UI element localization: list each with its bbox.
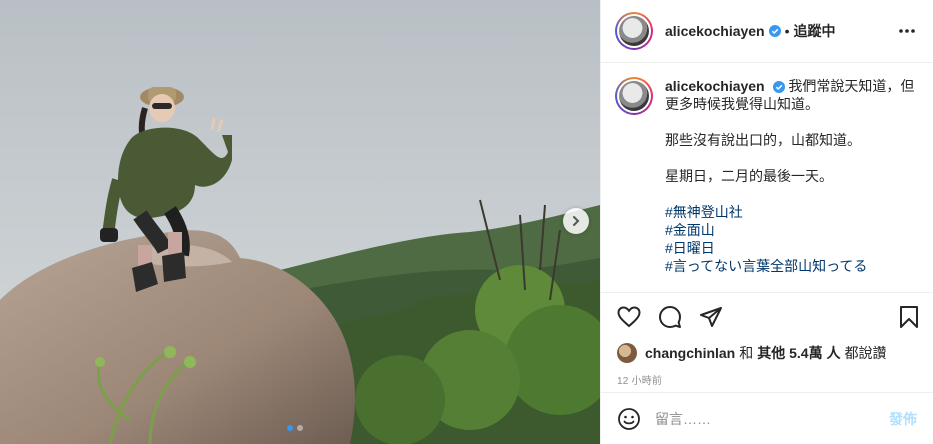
story-ring[interactable]: [615, 12, 653, 50]
hashtag-link[interactable]: #言ってない言葉全部山知ってる: [665, 257, 917, 275]
caption-section: alicekochiayen 我們常說天知道，但更多時候我覺得山知道。 那些沒有…: [601, 63, 933, 292]
next-arrow-icon: [573, 216, 580, 226]
post-timestamp[interactable]: 12 小時前: [601, 366, 933, 392]
likes-and: 和: [739, 345, 754, 361]
share-icon: [700, 306, 722, 327]
post-side-panel: alicekochiayen • 追蹤中 alicekochiayen 我們常說…: [600, 0, 933, 444]
likes-suffix: 都說讚: [844, 345, 887, 361]
share-button[interactable]: [697, 303, 725, 331]
more-options-button[interactable]: [895, 19, 919, 43]
following-status-button[interactable]: 追蹤中: [794, 21, 836, 41]
header-username[interactable]: alicekochiayen: [665, 23, 765, 39]
post-header: alicekochiayen • 追蹤中: [601, 0, 933, 63]
hashtag-link[interactable]: #日曜日: [665, 239, 917, 257]
post-photo[interactable]: [0, 0, 600, 444]
carousel-indicator: [287, 425, 303, 431]
hashtag-link[interactable]: #金面山: [665, 221, 917, 239]
carousel-dot-2: [297, 425, 303, 431]
caption-line-2: 那些沒有說出口的，山都知道。: [665, 132, 861, 148]
likes-count-link[interactable]: 其他 5.4萬 人: [757, 343, 840, 363]
save-button[interactable]: [895, 303, 923, 331]
comment-icon: [659, 305, 681, 328]
comment-button[interactable]: [656, 303, 684, 331]
bookmark-icon: [900, 305, 918, 328]
heart-icon: [617, 305, 641, 327]
comment-bar: 發佈: [601, 392, 933, 444]
caption-username[interactable]: alicekochiayen: [665, 78, 765, 94]
verified-badge-icon: [772, 81, 785, 93]
liker-username[interactable]: changchinlan: [645, 345, 735, 361]
carousel-dot-1: [287, 425, 293, 431]
more-options-icon: [899, 29, 915, 33]
instagram-post: alicekochiayen • 追蹤中 alicekochiayen 我們常說…: [0, 0, 933, 444]
like-button[interactable]: [615, 303, 643, 331]
caption-story-ring[interactable]: [615, 77, 653, 115]
post-comment-button[interactable]: 發佈: [889, 409, 917, 429]
caption-text: alicekochiayen 我們常說天知道，但更多時候我覺得山知道。 那些沒有…: [665, 77, 917, 292]
separator-dot: •: [784, 23, 790, 39]
comment-input[interactable]: [655, 410, 889, 427]
caption-line-3: 星期日，二月的最後一天。: [665, 168, 833, 184]
hashtag-list: #無神登山社 #金面山 #日曜日 #言ってない言葉全部山知ってる: [665, 203, 917, 275]
carousel-next-button[interactable]: [563, 208, 589, 234]
likes-summary: changchinlan 和 其他 5.4萬 人 都說讚: [601, 340, 933, 366]
verified-badge-icon: [768, 25, 781, 37]
action-bar: [601, 292, 933, 340]
emoji-icon[interactable]: [617, 407, 641, 431]
liker-avatar[interactable]: [617, 343, 637, 363]
hiker-on-rock-image: [0, 0, 600, 444]
avatar[interactable]: [619, 16, 649, 46]
caption-avatar[interactable]: [619, 81, 649, 111]
hashtag-link[interactable]: #無神登山社: [665, 203, 917, 221]
